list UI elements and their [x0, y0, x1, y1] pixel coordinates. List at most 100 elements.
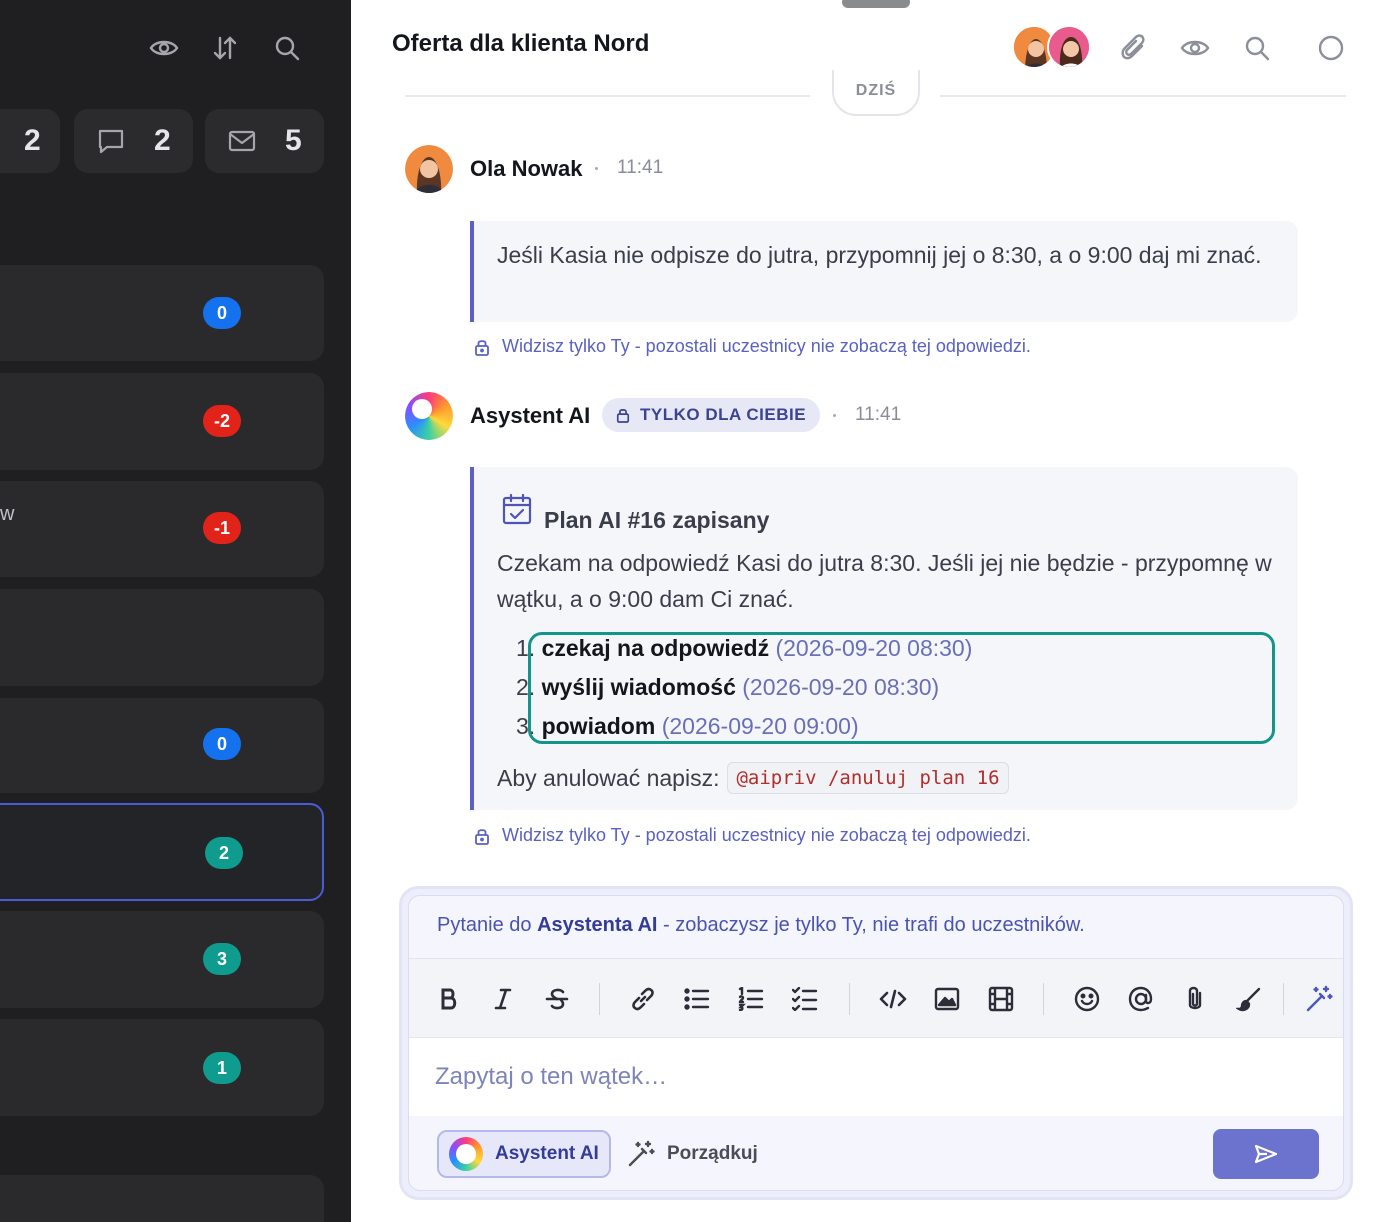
plan-title: Plan AI #16 zapisany: [544, 507, 770, 533]
video-icon[interactable]: [985, 983, 1017, 1015]
toolbar-separator: [849, 983, 850, 1015]
avatar[interactable]: [1047, 25, 1091, 69]
cancel-label: Aby anulować napisz:: [497, 764, 720, 791]
composer-hint: Pytanie do Asystenta AI - zobaczysz je t…: [437, 914, 1085, 937]
send-button[interactable]: [1213, 1129, 1319, 1179]
bullet-list-icon[interactable]: [681, 983, 713, 1015]
cancel-instruction: Aby anulować napisz: @aipriv /anuluj pla…: [497, 762, 1009, 794]
comment-icon: [96, 126, 126, 156]
unread-badge: 0: [203, 297, 241, 329]
mention-icon[interactable]: [1125, 983, 1157, 1015]
message-time: 11:41: [855, 404, 902, 425]
strikethrough-icon[interactable]: [541, 983, 573, 1015]
eye-icon[interactable]: [148, 32, 180, 64]
drag-handle[interactable]: [842, 0, 910, 8]
lock-icon: [474, 827, 490, 845]
message-author[interactable]: Asystent AI: [470, 403, 590, 429]
lock-icon: [616, 407, 630, 423]
thread-card[interactable]: [0, 1175, 324, 1222]
paperclip-icon[interactable]: [1116, 30, 1152, 66]
private-badge: TYLKO DLA CIEBIE: [602, 398, 821, 432]
image-icon[interactable]: [931, 983, 963, 1015]
ai-assistant-label: Asystent AI: [495, 1143, 599, 1164]
plan-description: Czekam na odpowiedź Kasi do jutra 8:30. …: [497, 550, 1272, 612]
link-icon[interactable]: [627, 983, 659, 1015]
thread-card[interactable]: -2: [0, 373, 324, 470]
unread-badge: -1: [203, 512, 241, 544]
private-badge-label: TYLKO DLA CIEBIE: [640, 405, 807, 424]
private-note: Widzisz tylko Ty - pozostali uczestnicy …: [474, 336, 1031, 357]
paperclip-icon[interactable]: [1179, 983, 1211, 1015]
page-title: Oferta dla klienta Nord: [392, 30, 650, 57]
thread-card[interactable]: 0: [0, 698, 324, 793]
date-divider-label: DZIŚ: [855, 82, 897, 99]
counter-a[interactable]: 2: [0, 109, 60, 173]
sort-icon[interactable]: [209, 32, 241, 64]
question-input[interactable]: [435, 1056, 1295, 1098]
toolbar-separator: [1043, 983, 1044, 1015]
hint-prefix: Pytanie do: [437, 914, 538, 936]
send-icon: [1254, 1144, 1278, 1164]
unread-badge: 1: [203, 1052, 241, 1084]
thread-card-active[interactable]: 2: [0, 803, 324, 901]
thread-card[interactable]: [0, 589, 324, 686]
unread-badge: 0: [203, 728, 241, 760]
private-note-text: Widzisz tylko Ty - pozostali uczestnicy …: [502, 825, 1031, 845]
thread-card[interactable]: 1: [0, 1019, 324, 1116]
date-divider-line: [940, 95, 1346, 97]
cancel-command[interactable]: @aipriv /anuluj plan 16: [727, 762, 1009, 794]
message-bubble: Jeśli Kasia nie odpisze do jutra, przypo…: [470, 221, 1298, 322]
composer-panel: Pytanie do Asystenta AI - zobaczysz je t…: [408, 895, 1344, 1191]
thread-card[interactable]: w -1: [0, 481, 324, 577]
status-circle-icon[interactable]: [1313, 30, 1349, 66]
steps-highlight: [528, 632, 1275, 744]
bold-icon[interactable]: [433, 983, 465, 1015]
separator-dot: [833, 414, 836, 417]
toolbar-separator: [1283, 983, 1284, 1015]
tidy-button[interactable]: Porządkuj: [627, 1134, 758, 1174]
ai-assistant-button[interactable]: Asystent AI: [437, 1130, 611, 1178]
emoji-icon[interactable]: [1071, 983, 1103, 1015]
message-text: Jeśli Kasia nie odpisze do jutra, przypo…: [497, 242, 1262, 268]
message-author[interactable]: Ola Nowak: [470, 156, 582, 182]
counter-comments-value: 2: [154, 124, 171, 157]
counter-comments[interactable]: 2: [74, 109, 193, 173]
hint-bold: Asystenta AI: [537, 914, 658, 936]
avatar[interactable]: [405, 145, 453, 193]
counter-mail[interactable]: 5: [205, 109, 324, 173]
ai-orb-icon: [449, 1137, 483, 1171]
thread-card[interactable]: 3: [0, 911, 324, 1008]
eye-icon[interactable]: [1177, 30, 1213, 66]
unread-badge: 2: [205, 837, 243, 869]
toolbar-separator: [599, 983, 600, 1015]
italic-icon[interactable]: [487, 983, 519, 1015]
composer: Pytanie do Asystenta AI - zobaczysz je t…: [402, 889, 1350, 1197]
formatting-toolbar: [409, 958, 1343, 1038]
thread-card[interactable]: 0: [0, 265, 324, 361]
date-divider-pill: DZIŚ: [832, 70, 920, 116]
brush-icon[interactable]: [1233, 983, 1265, 1015]
unread-badge: 3: [203, 943, 241, 975]
private-note: Widzisz tylko Ty - pozostali uczestnicy …: [474, 825, 1031, 846]
counter-mail-value: 5: [285, 124, 302, 157]
date-divider-line: [405, 95, 810, 97]
search-icon[interactable]: [1239, 30, 1275, 66]
mail-icon: [227, 126, 257, 156]
lock-icon: [474, 338, 490, 356]
ai-avatar[interactable]: [405, 392, 453, 440]
checklist-icon[interactable]: [789, 983, 821, 1015]
numbered-list-icon[interactable]: [735, 983, 767, 1015]
sidebar: 2 2 5 0 -2 w -1 0 2 3 1: [0, 0, 351, 1222]
message-time: 11:41: [617, 157, 664, 178]
magic-wand-icon[interactable]: [1303, 983, 1335, 1015]
private-note-text: Widzisz tylko Ty - pozostali uczestnicy …: [502, 336, 1031, 356]
search-icon[interactable]: [271, 32, 303, 64]
separator-dot: [595, 167, 598, 170]
magic-wand-icon: [627, 1140, 655, 1168]
composer-editor[interactable]: [409, 1038, 1343, 1116]
code-icon[interactable]: [877, 983, 909, 1015]
tidy-label: Porządkuj: [667, 1143, 758, 1164]
unread-badge: -2: [203, 405, 241, 437]
thread-card-text: w: [0, 503, 15, 525]
hint-suffix: - zobaczysz je tylko Ty, nie trafi do uc…: [657, 914, 1085, 936]
